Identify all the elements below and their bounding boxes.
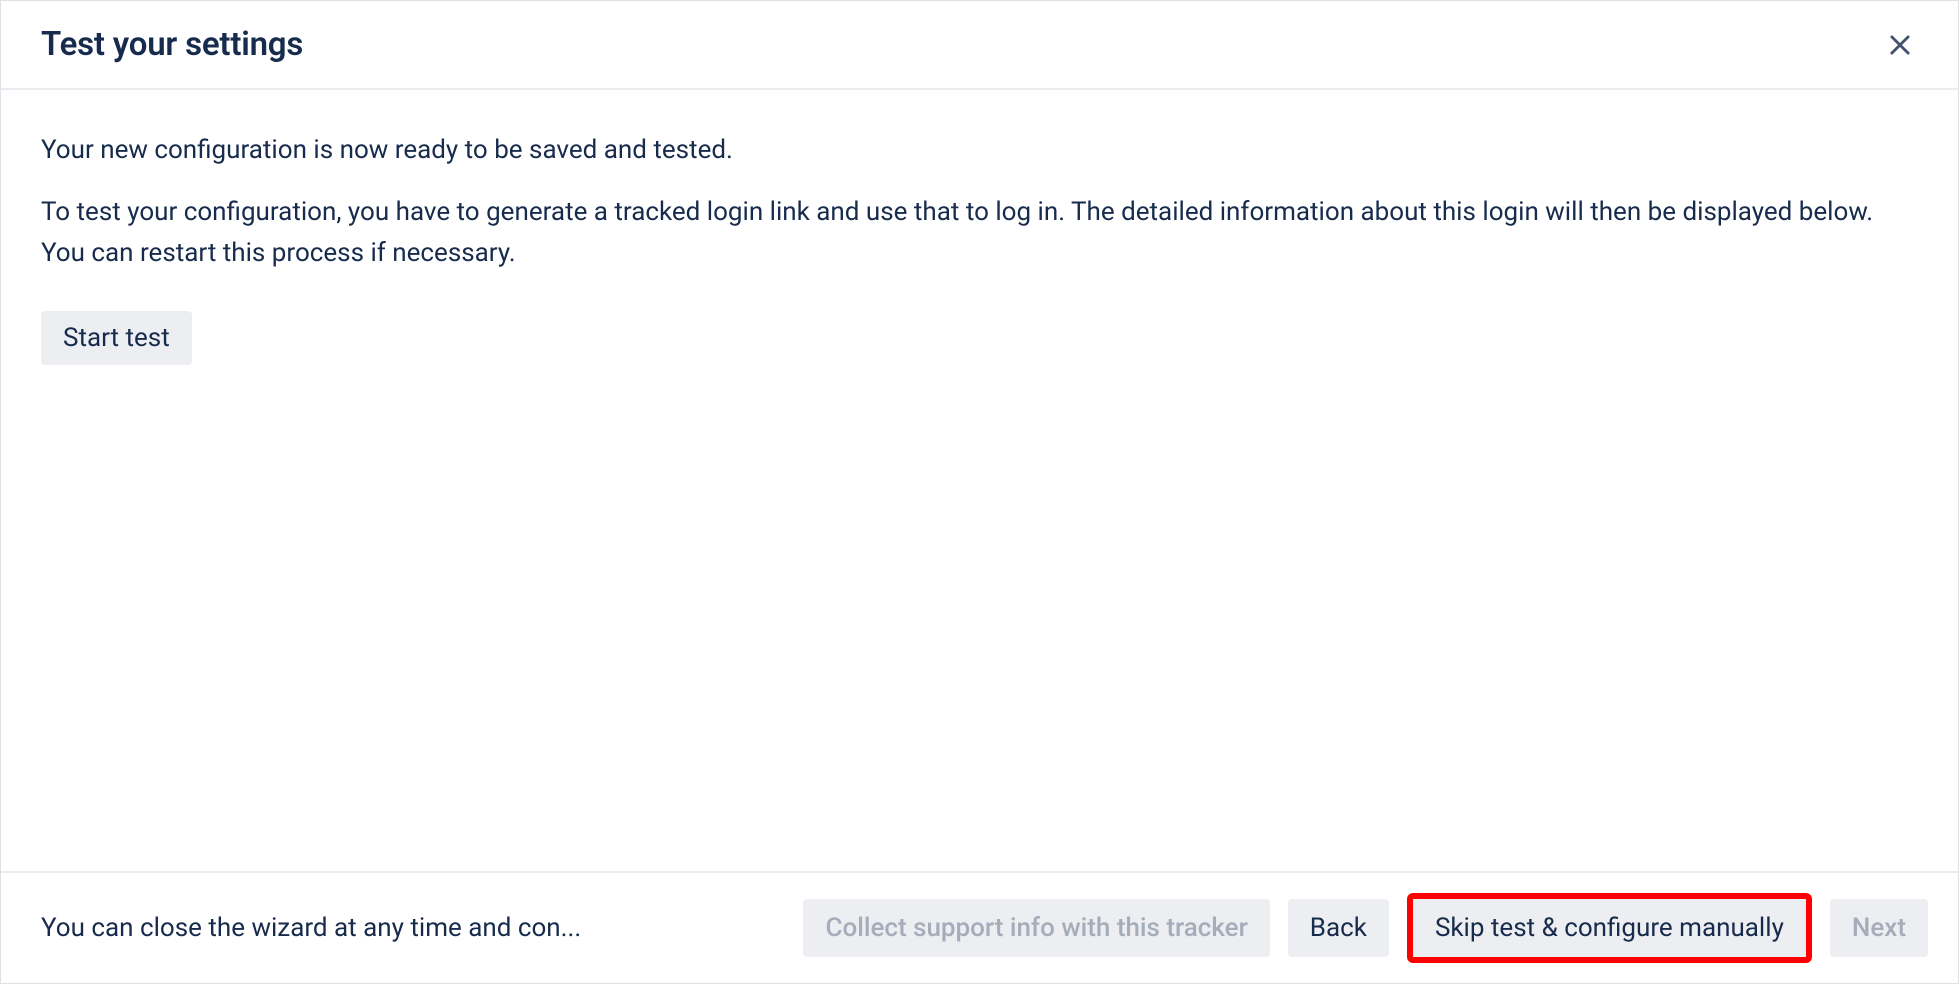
dialog-body: Your new configuration is now ready to b… — [1, 90, 1958, 871]
dialog-title: Test your settings — [41, 25, 303, 64]
collect-support-info-button[interactable]: Collect support info with this tracker — [803, 899, 1269, 957]
footer-actions: Collect support info with this tracker B… — [803, 893, 1928, 963]
back-button[interactable]: Back — [1288, 899, 1389, 957]
skip-button-highlight: Skip test & configure manually — [1407, 893, 1812, 963]
dialog-header: Test your settings — [1, 1, 1958, 90]
footer-note: You can close the wizard at any time and… — [41, 913, 581, 943]
close-button[interactable] — [1882, 27, 1918, 63]
skip-test-button[interactable]: Skip test & configure manually — [1413, 899, 1806, 957]
next-button[interactable]: Next — [1830, 899, 1928, 957]
start-test-button[interactable]: Start test — [41, 311, 192, 365]
test-settings-dialog: Test your settings Your new configuratio… — [0, 0, 1959, 984]
dialog-footer: You can close the wizard at any time and… — [1, 871, 1958, 983]
intro-paragraph-1: Your new configuration is now ready to b… — [41, 130, 1918, 170]
close-icon — [1886, 31, 1914, 59]
intro-paragraph-2: To test your configuration, you have to … — [41, 192, 1918, 273]
